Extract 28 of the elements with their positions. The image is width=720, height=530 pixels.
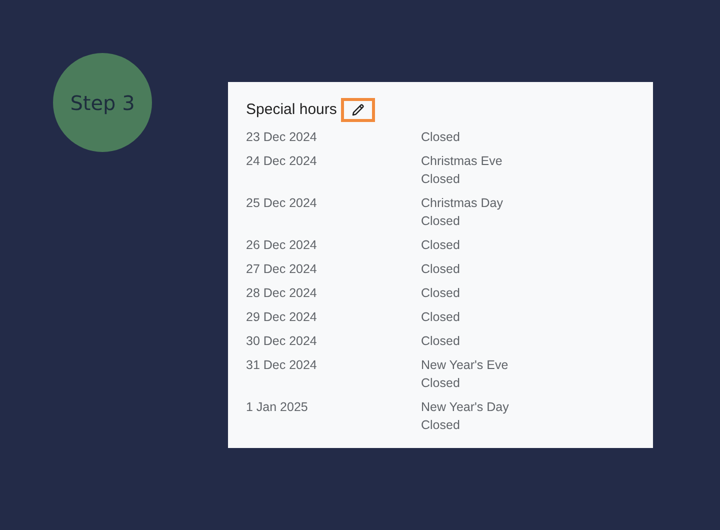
status-text: Closed — [421, 285, 460, 302]
status-text: Closed — [421, 237, 460, 254]
holiday-name: New Year's Eve — [421, 357, 508, 374]
pencil-icon — [350, 103, 365, 117]
card-title: Special hours — [246, 100, 337, 120]
date-text: 1 Jan 2025 — [246, 399, 309, 416]
holiday-name: New Year's Day — [421, 399, 509, 416]
date-text: 25 Dec 2024 — [246, 195, 318, 212]
status-text: Closed — [421, 171, 461, 188]
date-text: 26 Dec 2024 — [246, 237, 318, 254]
date-text: 29 Dec 2024 — [246, 309, 318, 326]
holiday-name: Christmas Day — [421, 195, 503, 212]
status-text: Closed — [421, 417, 461, 434]
status-text: Closed — [421, 261, 460, 278]
edit-button[interactable] — [340, 98, 375, 122]
date-text: 27 Dec 2024 — [246, 261, 318, 278]
date-text: 23 Dec 2024 — [246, 129, 318, 146]
holiday-name: Christmas Eve — [421, 153, 502, 170]
date-text: 30 Dec 2024 — [246, 333, 318, 350]
status-text: Closed — [421, 213, 461, 230]
date-text: 31 Dec 2024 — [246, 357, 318, 374]
step-badge: Step 3 — [53, 53, 152, 152]
date-text: 24 Dec 2024 — [246, 153, 318, 170]
status-text: Closed — [421, 309, 460, 326]
date-text: 28 Dec 2024 — [246, 285, 318, 302]
status-text: Closed — [421, 375, 461, 392]
status-text: Closed — [421, 333, 460, 350]
status-text: Closed — [421, 129, 460, 146]
